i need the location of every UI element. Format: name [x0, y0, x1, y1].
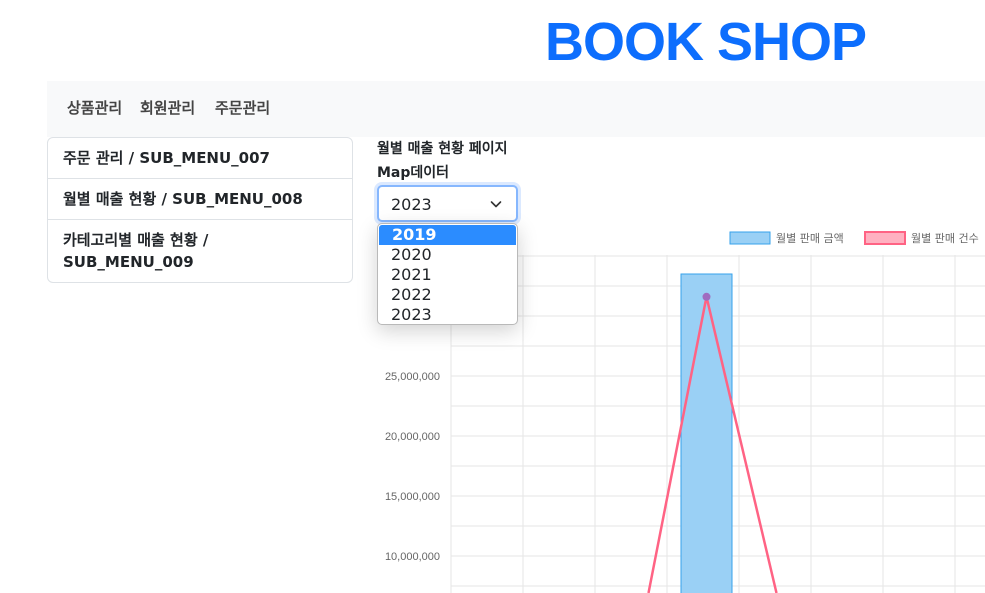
legend-label-count: 월별 판매 건수: [911, 232, 979, 245]
sidebar-item-monthly-sales[interactable]: 월별 매출 현황 / SUB_MENU_008: [48, 179, 352, 220]
sidebar-menu: 주문 관리 / SUB_MENU_007 월별 매출 현황 / SUB_MENU…: [47, 137, 353, 283]
line-point: [702, 292, 711, 301]
legend-swatch-count: [864, 231, 906, 245]
year-option-2019[interactable]: 2019: [379, 225, 516, 245]
nav-order-management[interactable]: 주문관리: [215, 98, 270, 118]
year-option-2021[interactable]: 2021: [378, 265, 517, 285]
map-data-label: Map데이터: [377, 165, 450, 181]
sidebar-item-category-sales[interactable]: 카테고리별 매출 현황 / SUB_MENU_009: [48, 220, 352, 282]
legend-swatch-amount: [729, 231, 771, 245]
legend-label-amount: 월별 판매 금액: [776, 232, 844, 245]
year-option-2020[interactable]: 2020: [378, 245, 517, 265]
year-option-2023[interactable]: 2023: [378, 305, 517, 324]
y-tick-label: 15,000,000: [385, 491, 440, 503]
chevron-down-icon: [490, 201, 502, 208]
page-title: 월별 매출 현황 페이지: [377, 141, 508, 157]
brand-title: BOOK SHOP: [545, 12, 867, 72]
year-select[interactable]: 2023: [377, 185, 518, 222]
y-tick-label: 20,000,000: [385, 431, 440, 443]
year-dropdown-list: 2019 2020 2021 2022 2023: [377, 223, 518, 325]
y-tick-label: 10,000,000: [385, 551, 440, 563]
y-tick-label: 25,000,000: [385, 371, 440, 383]
year-select-value: 2023: [391, 195, 432, 214]
bar: [680, 273, 733, 593]
year-option-2022[interactable]: 2022: [378, 285, 517, 305]
nav-product-management[interactable]: 상품관리: [67, 98, 122, 118]
nav-member-management[interactable]: 회원관리: [140, 98, 195, 118]
sidebar-item-order-management[interactable]: 주문 관리 / SUB_MENU_007: [48, 138, 352, 179]
top-navbar: 상품관리 회원관리 주문관리: [47, 81, 985, 137]
